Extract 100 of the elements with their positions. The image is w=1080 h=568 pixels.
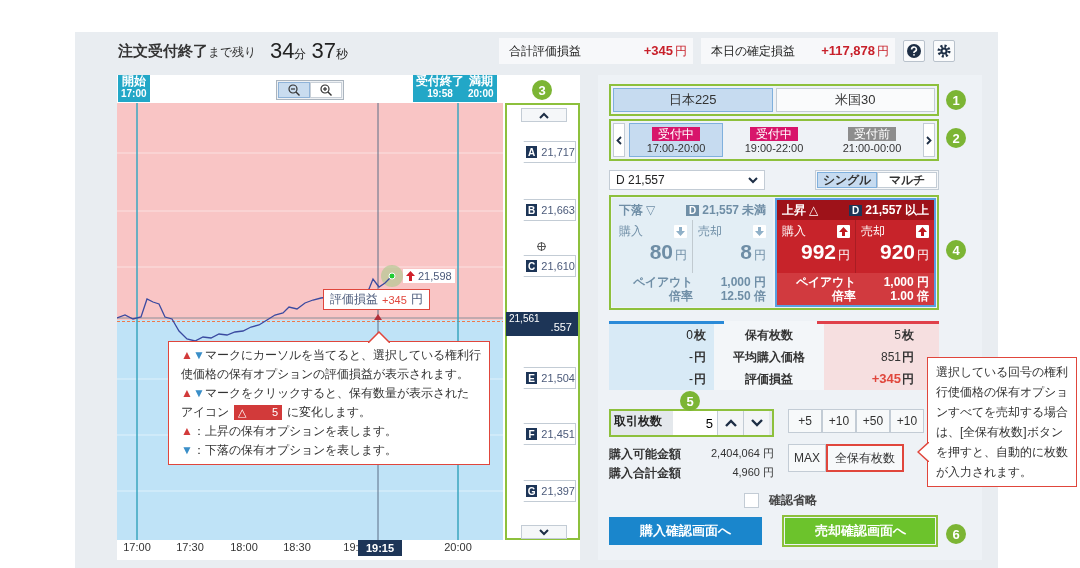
minutes-unit: 分 — [294, 47, 307, 63]
summary-value: +117,878 — [821, 42, 875, 58]
amount-value: 2,404,064 円 — [711, 446, 774, 461]
increment-button[interactable]: +10 — [822, 409, 856, 433]
ratio-label: 倍率 — [832, 289, 856, 303]
option-card[interactable]: 上昇 △ D 21,557 以上 購入 992 円 売却 920 円 ペイアウト 倍率 1,000 円 1.00 倍 — [775, 198, 936, 307]
current-price-value: 21,561 — [509, 313, 540, 324]
chevron-down-icon — [539, 528, 549, 536]
price-unit: 円 — [917, 247, 929, 264]
scroll-up-button[interactable] — [521, 108, 567, 122]
summary-unit: 円 — [675, 42, 687, 60]
session-time: 21:00-00:00 — [842, 141, 902, 154]
market-tab[interactable]: 日本225 — [613, 88, 773, 112]
buy-confirm-button[interactable]: 購入確認画面へ — [609, 517, 762, 545]
strike-condition: 未満 — [742, 201, 766, 219]
time-axis-label: 17:00 — [122, 541, 152, 553]
payout-label: ペイアウト — [796, 275, 856, 289]
session-time: 17:00-20:00 — [646, 141, 706, 154]
table-cell: 5枚 — [824, 324, 939, 346]
down-arrow-icon — [753, 225, 766, 238]
strike-letter: D — [686, 204, 700, 216]
option-direction: 下落 — [619, 201, 643, 219]
option-price: 8 — [740, 240, 752, 264]
chevron-down-icon — [748, 176, 758, 184]
sell-label: 売却 — [861, 223, 885, 240]
status-badge: 受付前 — [848, 126, 896, 141]
pnl-tag: 評価損益 +345 円 — [323, 289, 430, 310]
callout-text: ▼：下落の保有オプションを表します。 — [181, 442, 398, 459]
time-axis-label: 20:00 — [443, 541, 473, 553]
zoom-in-button[interactable] — [310, 82, 342, 98]
up-arrow-icon — [837, 225, 850, 238]
session-tab[interactable]: 受付中 19:00-22:00 — [727, 123, 821, 157]
cursor-time-label: 19:15 — [358, 540, 402, 556]
row-label: 平均購入価格 — [732, 348, 806, 366]
crosshair-icon — [537, 242, 546, 251]
option-price: 992 — [800, 240, 836, 264]
scroll-down-button[interactable] — [521, 525, 567, 539]
price-unit: 円 — [754, 247, 766, 264]
price-unit: 円 — [838, 247, 850, 264]
price-halo — [381, 265, 403, 287]
last-price-tag: 21,598 — [403, 269, 455, 283]
amount-label: 購入可能金額 — [609, 446, 681, 463]
buy-label: 購入 — [619, 223, 643, 240]
current-strike-tag[interactable]: 21,561 .557 — [506, 312, 578, 336]
ratio-label: 倍率 — [669, 289, 693, 303]
chevron-right-icon — [926, 135, 932, 145]
callout-text: に変化します。 — [287, 404, 371, 421]
help-button[interactable] — [903, 40, 925, 62]
direction-symbol: ▽ — [646, 203, 656, 217]
session-tab[interactable]: 受付前 21:00-00:00 — [825, 123, 919, 157]
time-marker: 開始 17:00 — [118, 75, 150, 102]
time-marker: 受付終了 19:58 — [413, 75, 467, 102]
strike-condition: 以上 — [905, 201, 929, 219]
direction-symbol: △ — [809, 203, 819, 217]
row-label: 評価損益 — [744, 370, 794, 388]
increment-button[interactable]: +10 — [890, 409, 924, 433]
zoom-out-button[interactable] — [278, 82, 310, 98]
sell-label: 売却 — [698, 223, 722, 240]
settings-button[interactable] — [933, 40, 955, 62]
checkbox[interactable] — [744, 493, 759, 508]
minutes-value: 34 — [270, 38, 295, 64]
summary-value: +345 — [643, 42, 673, 58]
chevron-up-icon — [539, 111, 549, 119]
all-holdings-button[interactable]: 全保有枚数 — [826, 444, 904, 472]
time-axis-label: 18:00 — [229, 541, 259, 553]
buy-label: 購入 — [782, 223, 806, 240]
position-badge: △ 5 — [234, 405, 282, 420]
up-arrow-icon — [406, 271, 415, 281]
time-marker: 満期 20:00 — [465, 75, 497, 102]
previous-button[interactable] — [613, 123, 625, 157]
table-cell: 0枚 — [609, 324, 714, 346]
checkbox-label: 確認省略 — [769, 492, 817, 509]
session-tab[interactable]: 受付中 17:00-20:00 — [629, 123, 723, 157]
summary-label: 本日の確定損益 — [711, 42, 795, 60]
seconds-unit: 秒 — [335, 47, 348, 63]
callout-text: ▲▼マークにカーソルを当てると、選択している権利行使価格の保有オプションの評価損益が表示されます。 — [181, 347, 481, 383]
strike-price: 21,557 — [865, 203, 902, 217]
price-unit: 円 — [675, 247, 687, 264]
max-button[interactable]: MAX — [788, 444, 826, 472]
strike-price: 21,557 — [702, 203, 739, 217]
zoom-in-icon — [320, 84, 332, 96]
countdown-title: 注文受付終了 — [118, 41, 208, 61]
next-button[interactable] — [923, 123, 935, 157]
time-axis-label: 18:30 — [282, 541, 312, 553]
mode-tab[interactable]: マルチ — [877, 172, 937, 188]
amount-value: 4,960 円 — [732, 465, 774, 480]
strike-price-value: .557 — [550, 321, 572, 333]
increment-button[interactable]: +50 — [856, 409, 890, 433]
mode-tab[interactable]: シングル — [817, 172, 877, 188]
time-axis-label: 17:30 — [175, 541, 205, 553]
amount-label: 購入合計金額 — [609, 465, 681, 482]
strike-dropdown[interactable]: D 21,557 — [609, 170, 765, 190]
market-tab[interactable]: 米国30 — [775, 88, 935, 112]
table-cell: -円 — [609, 368, 714, 390]
payout-value: 1,000 円 — [720, 275, 766, 289]
countdown-suffix: まで残り — [208, 43, 256, 61]
increment-button[interactable]: +5 — [788, 409, 822, 433]
chevron-left-icon — [616, 135, 622, 145]
summary-label: 合計評価損益 — [509, 42, 581, 60]
status-badge: 受付中 — [652, 126, 700, 141]
